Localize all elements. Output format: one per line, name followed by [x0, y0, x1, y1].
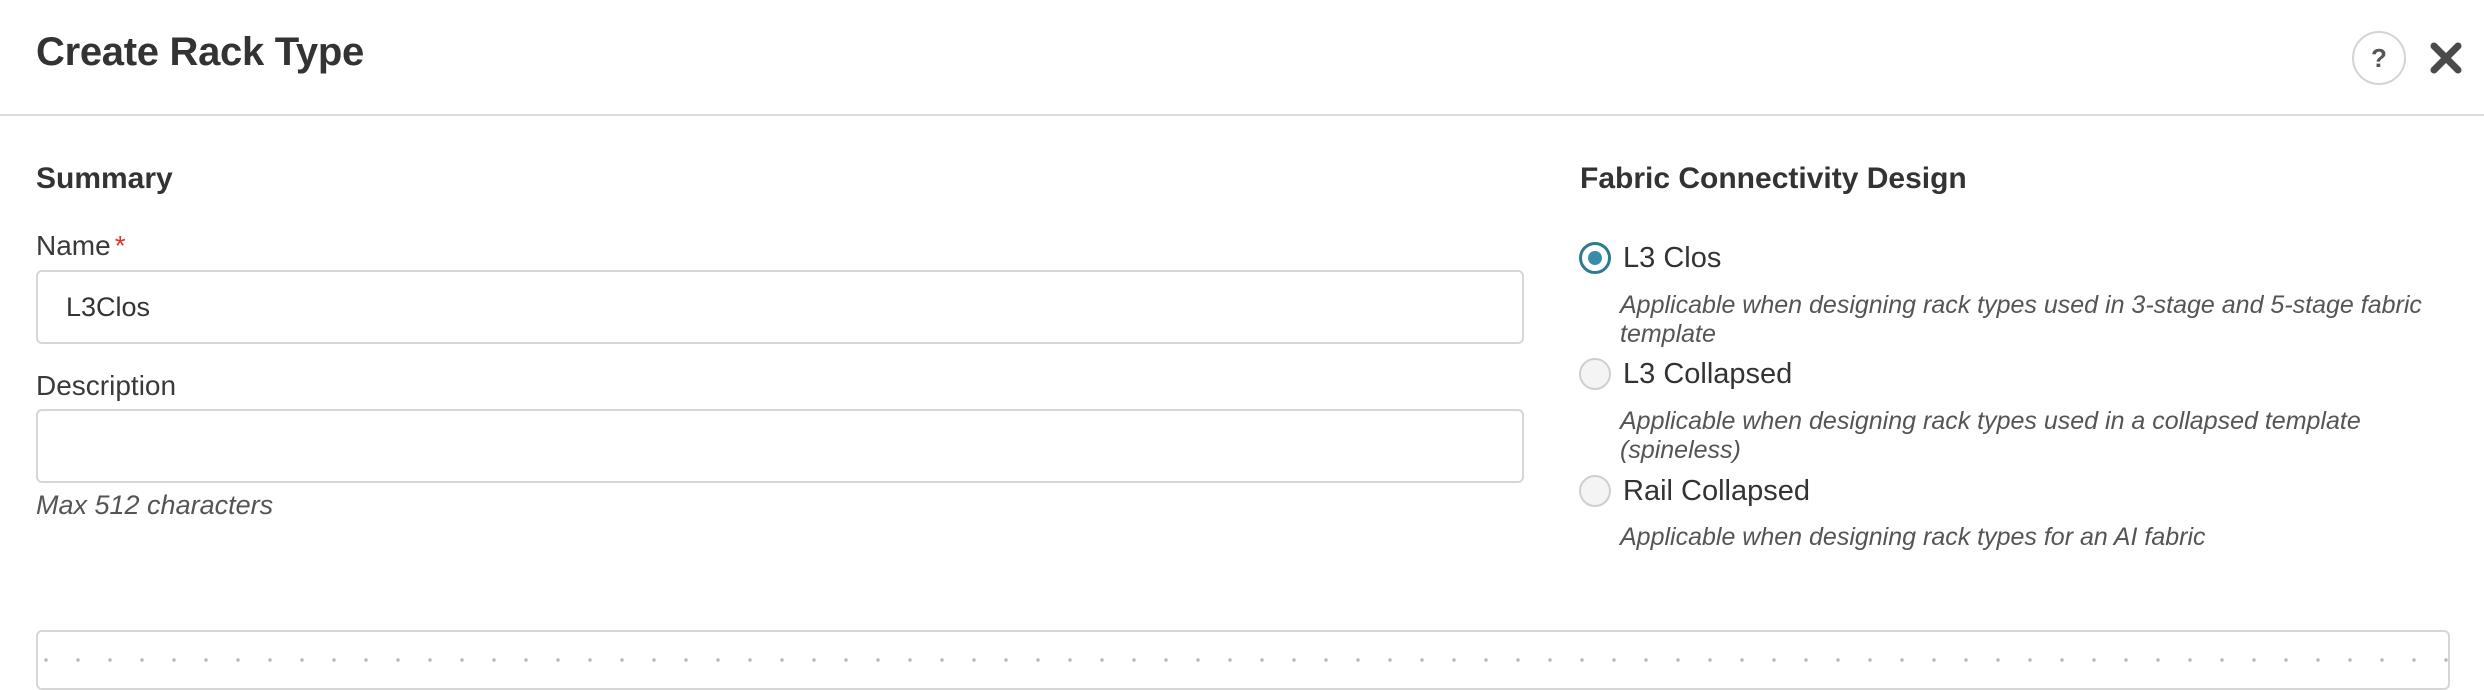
name-label-text: Name	[36, 230, 111, 261]
radio-description-l3-clos: Applicable when designing rack types use…	[1620, 291, 2422, 348]
fabric-heading: Fabric Connectivity Design	[1580, 162, 1967, 195]
description-hint: Max 512 characters	[36, 490, 274, 520]
name-input[interactable]	[36, 270, 1524, 344]
required-marker: *	[114, 230, 126, 261]
radio-label-l3-collapsed[interactable]: L3 Collapsed	[1623, 358, 1792, 391]
description-input[interactable]	[36, 409, 1524, 483]
radio-button-l3-collapsed[interactable]	[1579, 358, 1611, 390]
close-button[interactable]	[2428, 40, 2464, 76]
close-icon	[2430, 42, 2462, 74]
help-icon: ?	[2371, 42, 2387, 73]
name-label: Name *	[36, 230, 126, 262]
description-label: Description	[36, 370, 177, 401]
radio-button-rail-collapsed[interactable]	[1579, 475, 1611, 507]
radio-label-rail-collapsed[interactable]: Rail Collapsed	[1623, 475, 1810, 508]
summary-heading: Summary	[36, 162, 173, 195]
dialog-header: Create Rack Type ?	[0, 0, 2484, 116]
design-canvas-panel	[36, 630, 2450, 690]
radio-description-l3-collapsed: Applicable when designing rack types use…	[1620, 407, 2361, 464]
radio-label-l3-clos[interactable]: L3 Clos	[1623, 242, 1721, 275]
help-button[interactable]: ?	[2352, 31, 2406, 85]
radio-description-rail-collapsed: Applicable when designing rack types for…	[1620, 523, 2206, 551]
dialog-title: Create Rack Type	[36, 30, 364, 74]
radio-button-l3-clos[interactable]	[1579, 242, 1611, 274]
